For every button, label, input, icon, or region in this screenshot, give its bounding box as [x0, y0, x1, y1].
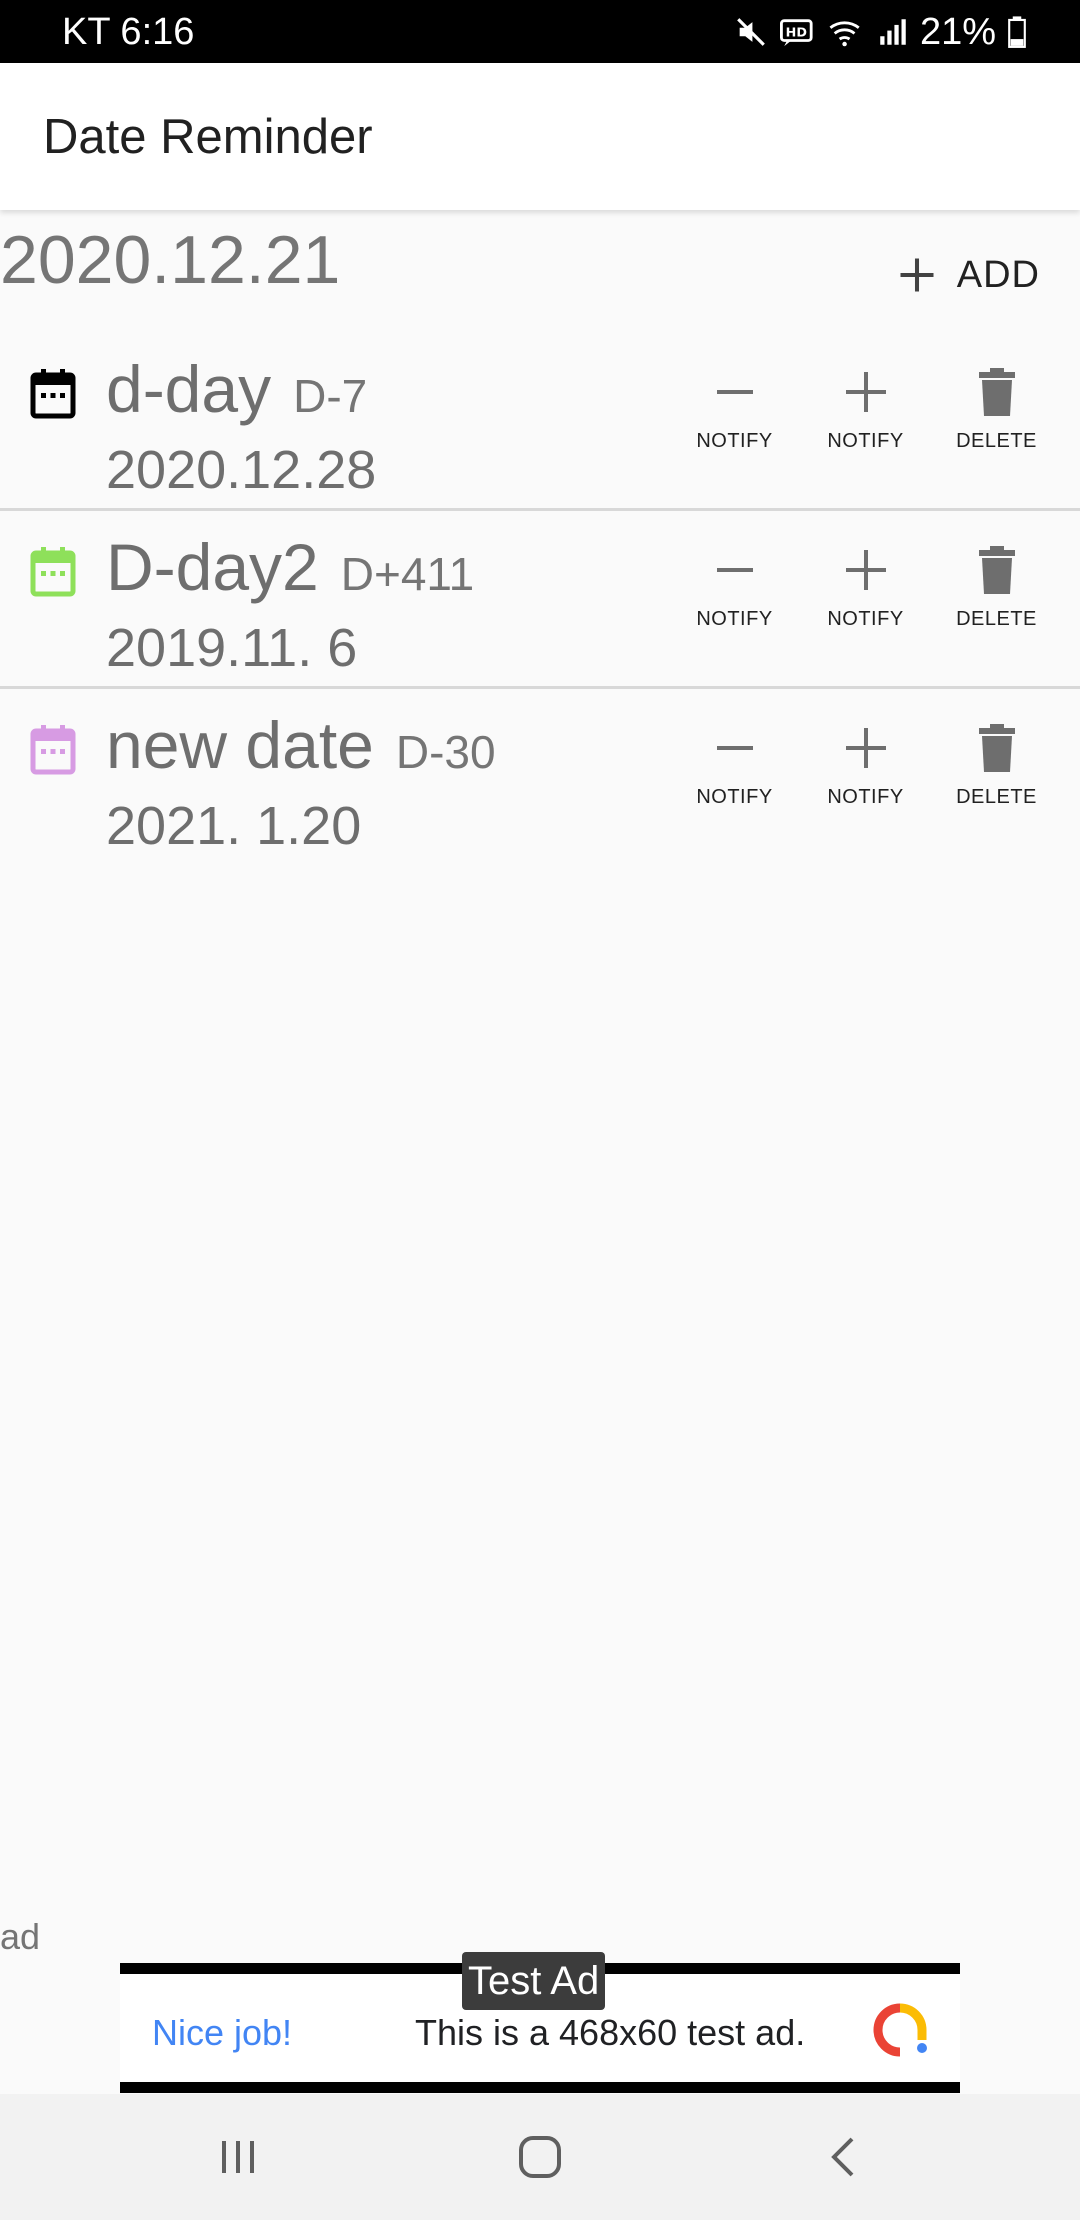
dday-badge: D-7: [293, 370, 368, 422]
test-ad-tag: Test Ad: [462, 1952, 606, 2010]
back-icon: [831, 2137, 854, 2177]
event-actions: NOTIFY NOTIFY DELETE: [669, 723, 1062, 819]
event-title: D-day2: [106, 530, 319, 604]
home-button[interactable]: [480, 2124, 600, 2190]
list-item[interactable]: D-day2 D+411 2019.11. 6 NOTIFY NOTIFY DEL…: [0, 511, 1080, 689]
event-date: 2020.12.28: [106, 440, 377, 500]
app-bar: Date Reminder: [0, 63, 1080, 210]
notify-minus-button[interactable]: NOTIFY: [669, 367, 800, 463]
event-date: 2021. 1.20: [106, 796, 362, 856]
event-name: new date D-30: [106, 707, 496, 790]
battery-icon: [1008, 16, 1026, 48]
app-title: Date Reminder: [43, 110, 373, 164]
notify-plus-button[interactable]: NOTIFY: [800, 367, 931, 463]
notify-minus-button[interactable]: NOTIFY: [669, 723, 800, 819]
hd-icon: HD: [779, 19, 813, 47]
event-title: d-day: [106, 352, 272, 426]
list-item[interactable]: new date D-30 2021. 1.20 NOTIFY NOTIFY DE…: [0, 689, 1080, 867]
add-label: ADD: [956, 254, 1040, 296]
minus-icon: [716, 746, 753, 750]
action-label: NOTIFY: [827, 430, 904, 452]
event-actions: NOTIFY NOTIFY DELETE: [669, 367, 1062, 463]
dday-badge: D-30: [395, 726, 496, 778]
recent-apps-button[interactable]: [178, 2124, 298, 2190]
signal-icon: [880, 19, 906, 45]
battery-percent: 21%: [919, 11, 996, 53]
svg-text:HD: HD: [786, 25, 807, 40]
event-list: d-day D-7 2020.12.28 NOTIFY NOTIFY DELETE: [0, 333, 1080, 867]
notify-plus-button[interactable]: NOTIFY: [800, 545, 931, 641]
calendar-icon: [30, 725, 76, 775]
mute-icon: [737, 18, 765, 46]
trash-icon: [978, 368, 1015, 416]
ad-logo-icon: [873, 2003, 927, 2057]
delete-button[interactable]: DELETE: [931, 723, 1062, 819]
plus-icon: [900, 258, 934, 292]
home-icon: [519, 2136, 561, 2178]
ad-label: ad: [0, 1916, 41, 1957]
action-label: NOTIFY: [696, 430, 773, 452]
action-label: NOTIFY: [696, 608, 773, 630]
action-label: NOTIFY: [827, 608, 904, 630]
action-label: DELETE: [956, 608, 1037, 630]
event-actions: NOTIFY NOTIFY DELETE: [669, 545, 1062, 641]
notify-plus-button[interactable]: NOTIFY: [800, 723, 931, 819]
event-title: new date: [106, 708, 374, 782]
event-name: D-day2 D+411: [106, 529, 474, 612]
trash-icon: [978, 546, 1015, 594]
plus-icon: [845, 372, 886, 412]
back-button[interactable]: [784, 2124, 904, 2190]
ad-headline[interactable]: Nice job!: [152, 2012, 292, 2054]
event-name: d-day D-7: [106, 351, 367, 434]
event-date: 2019.11. 6: [106, 618, 358, 678]
calendar-icon: [30, 369, 76, 419]
calendar-icon: [30, 547, 76, 597]
today-date: 2020.12.21: [0, 222, 341, 298]
plus-icon: [845, 728, 886, 768]
delete-button[interactable]: DELETE: [931, 545, 1062, 641]
notify-minus-button[interactable]: NOTIFY: [669, 545, 800, 641]
status-icons: HD 21%: [734, 10, 1028, 54]
action-label: NOTIFY: [696, 786, 773, 808]
minus-icon: [716, 390, 753, 394]
nav-bar: [0, 2094, 1080, 2220]
action-label: DELETE: [956, 786, 1037, 808]
ad-text: This is a 468x60 test ad.: [415, 2012, 806, 2053]
add-button[interactable]: ADD: [895, 240, 1040, 310]
list-item[interactable]: d-day D-7 2020.12.28 NOTIFY NOTIFY DELETE: [0, 333, 1080, 511]
trash-icon: [978, 724, 1015, 772]
minus-icon: [716, 568, 753, 572]
plus-icon: [845, 550, 886, 590]
delete-button[interactable]: DELETE: [931, 367, 1062, 463]
status-bar: KT 6:16 HD 21%: [0, 0, 1080, 63]
dday-badge: D+411: [340, 548, 475, 600]
action-label: DELETE: [956, 430, 1037, 452]
recent-apps-icon: [222, 2141, 254, 2173]
action-label: NOTIFY: [827, 786, 904, 808]
wifi-icon: [829, 21, 860, 47]
carrier-time: KT 6:16: [62, 11, 195, 53]
